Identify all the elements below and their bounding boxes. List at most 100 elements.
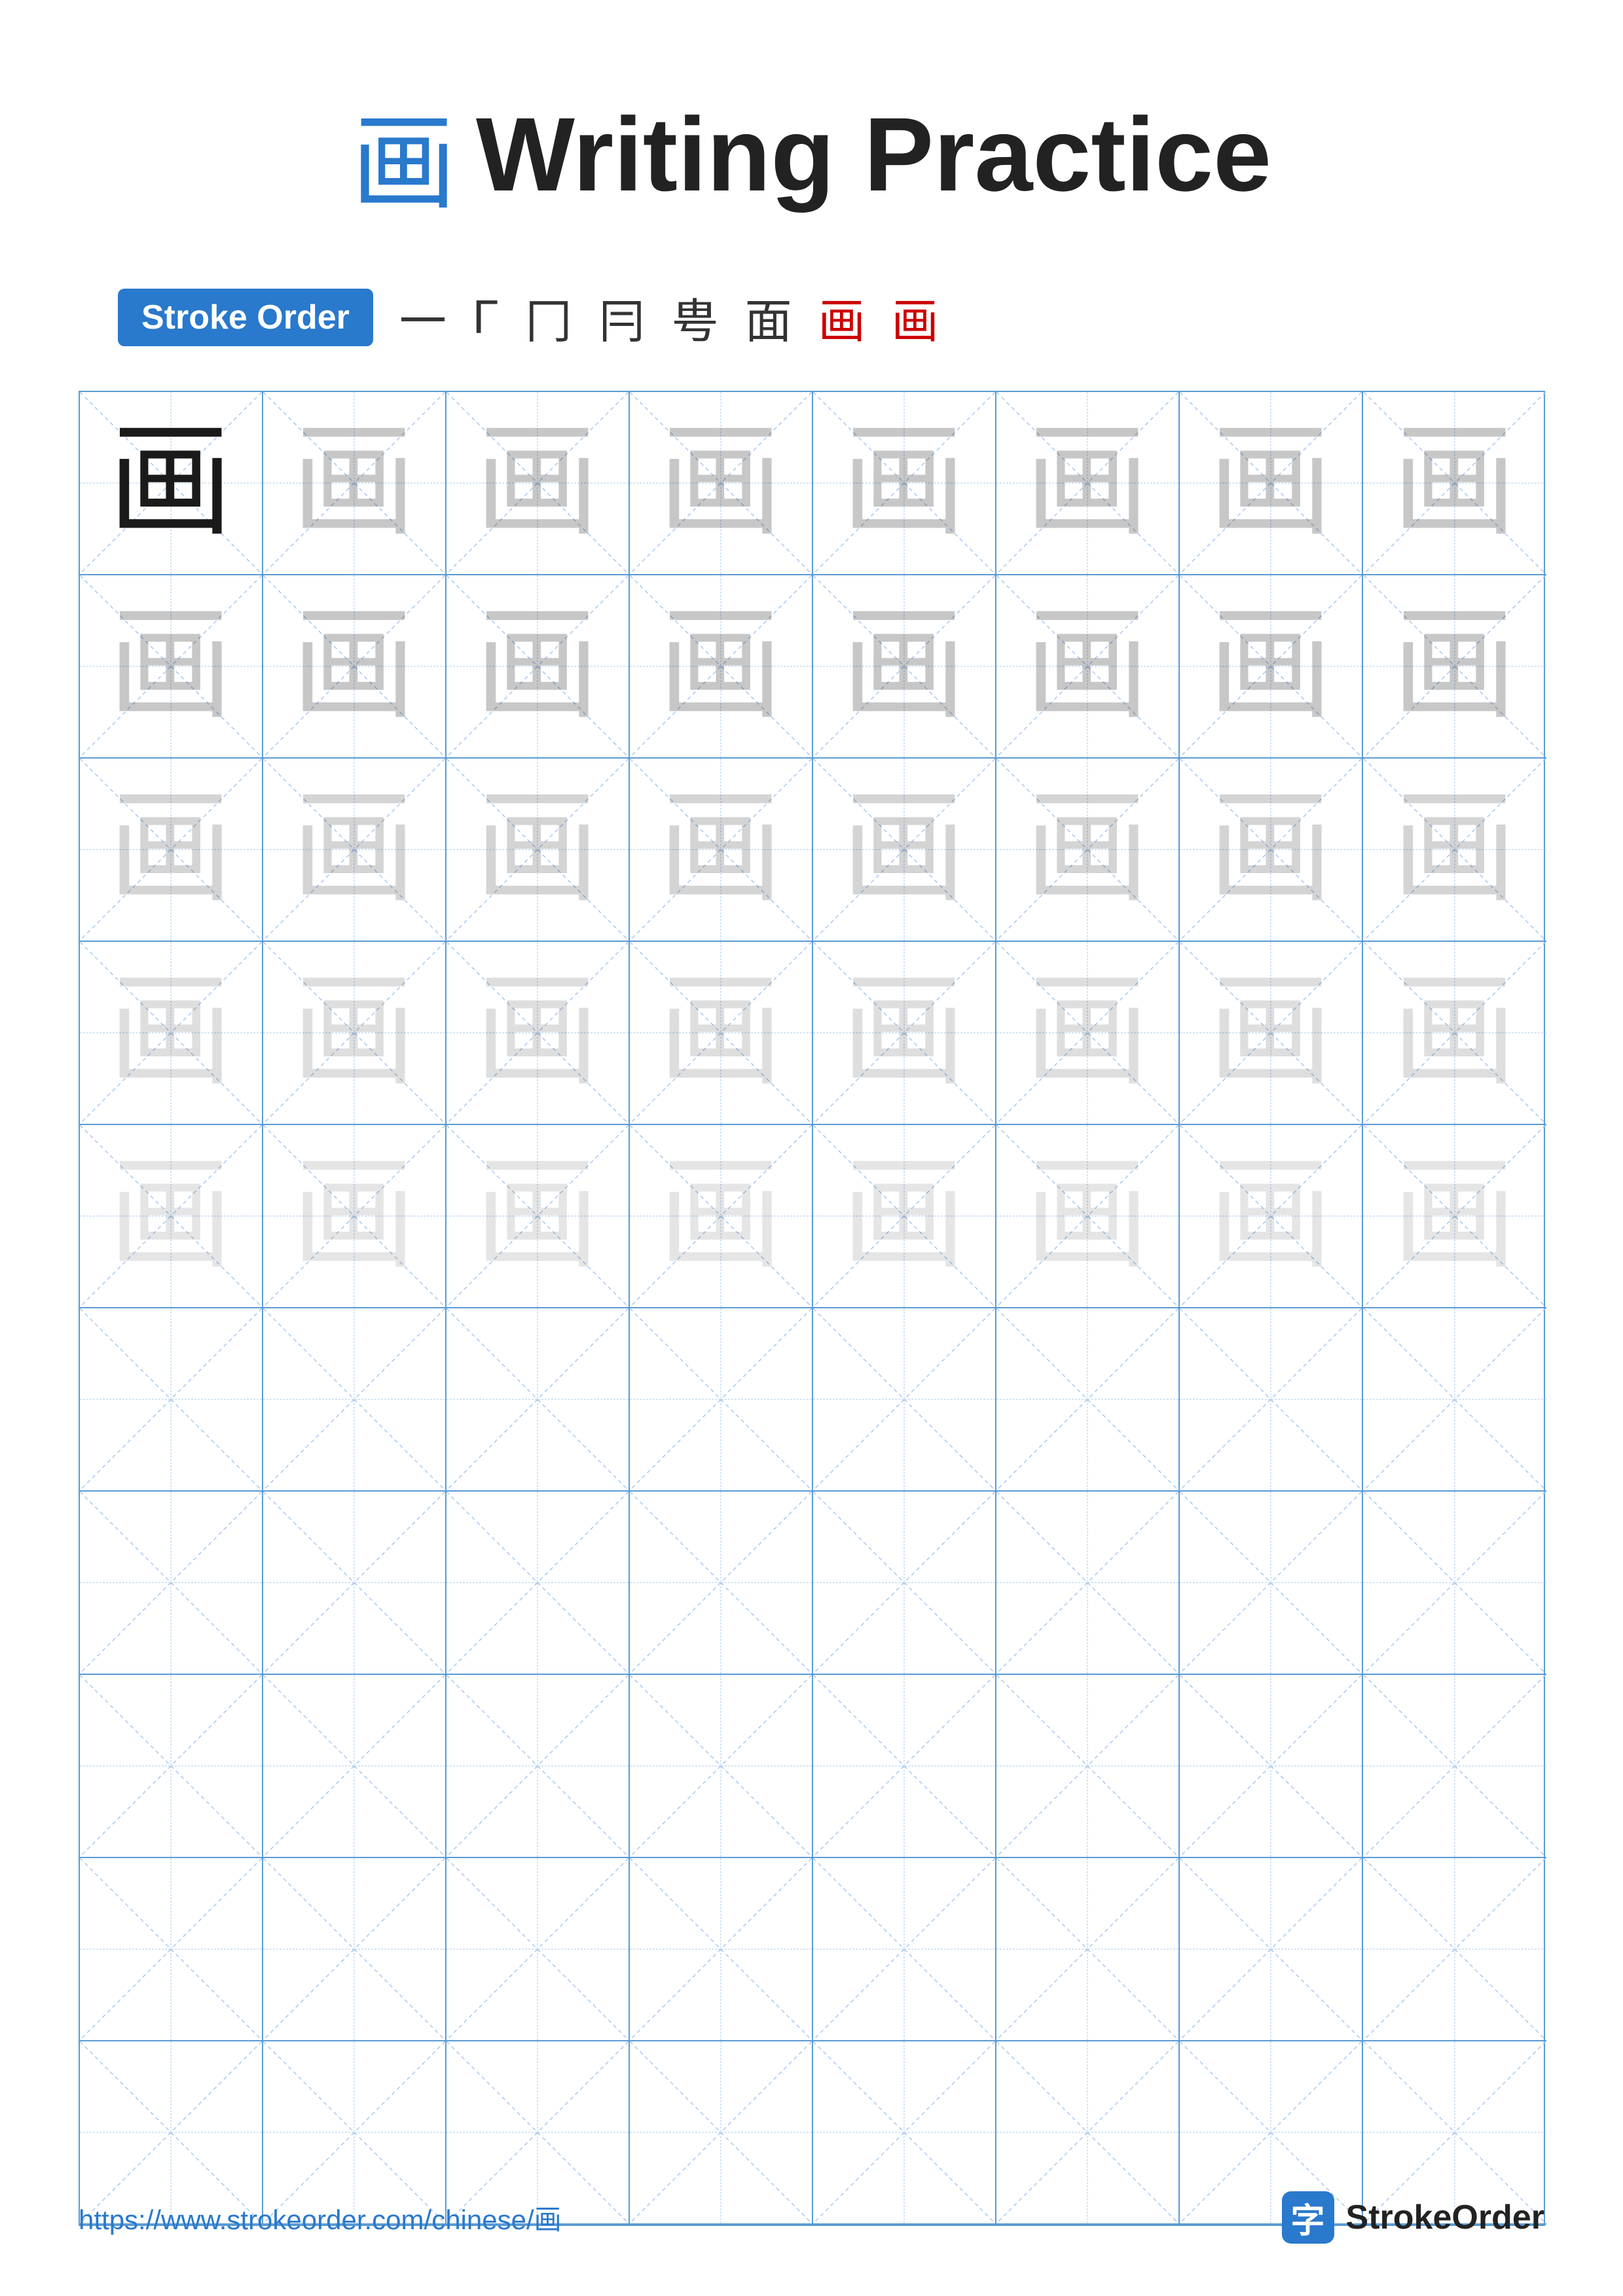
grid-cell[interactable]: 画 — [1363, 1125, 1546, 1308]
grid-cell[interactable] — [996, 1308, 1180, 1492]
grid-cell[interactable] — [1180, 1858, 1363, 2041]
grid-cell[interactable] — [1363, 1675, 1546, 1858]
grid-cell[interactable] — [447, 1858, 630, 2041]
grid-cell[interactable]: 画 — [447, 942, 630, 1125]
practice-char: 画 — [475, 604, 599, 728]
grid-cell[interactable] — [813, 1858, 996, 2041]
grid-cell[interactable]: 画 — [813, 392, 996, 575]
stroke-order-row: Stroke Order 一 Γ 冂 冃 甹 面 画 画 — [118, 283, 939, 351]
grid-cell[interactable] — [447, 1308, 630, 1492]
practice-char: 画 — [1025, 604, 1149, 728]
grid-cell[interactable]: 画 — [263, 392, 447, 575]
grid-cell[interactable]: 画 — [813, 1125, 996, 1308]
grid-cell[interactable]: 画 — [630, 575, 813, 759]
grid-cell[interactable] — [263, 1858, 447, 2041]
grid-cell[interactable]: 画 — [1363, 575, 1546, 759]
stroke-step-2: Γ — [473, 291, 499, 344]
grid-cell[interactable]: 画 — [447, 1125, 630, 1308]
grid-cell[interactable]: 画 — [80, 392, 263, 575]
grid-cell[interactable]: 画 — [630, 1125, 813, 1308]
title-char: 画 — [352, 79, 456, 230]
practice-char: 画 — [1208, 971, 1332, 1095]
grid-cell[interactable]: 画 — [80, 759, 263, 942]
practice-char: 画 — [658, 971, 782, 1095]
stroke-order-badge: Stroke Order — [118, 289, 373, 346]
grid-cell[interactable] — [80, 1858, 263, 2041]
practice-char: 画 — [1208, 787, 1332, 912]
grid-cell[interactable]: 画 — [1180, 942, 1363, 1125]
grid-cell[interactable]: 画 — [996, 575, 1180, 759]
practice-char: 画 — [658, 1154, 782, 1278]
grid-cell[interactable]: 画 — [263, 759, 447, 942]
grid-cell[interactable] — [813, 1492, 996, 1675]
grid-cell[interactable] — [447, 1492, 630, 1675]
grid-cell[interactable]: 画 — [1180, 575, 1363, 759]
practice-char: 画 — [475, 971, 599, 1095]
grid-cell[interactable]: 画 — [813, 942, 996, 1125]
grid-cell[interactable] — [630, 1858, 813, 2041]
grid-cell[interactable] — [813, 1675, 996, 1858]
grid-cell[interactable] — [996, 1675, 1180, 1858]
practice-char: 画 — [658, 421, 782, 545]
grid-cell[interactable]: 画 — [1180, 759, 1363, 942]
practice-char: 画 — [1392, 421, 1516, 545]
stroke-step-5: 甹 — [672, 283, 719, 351]
grid-cell[interactable] — [1363, 1858, 1546, 2041]
grid-cell[interactable] — [996, 1858, 1180, 2041]
grid-cell[interactable] — [80, 1308, 263, 1492]
grid-cell[interactable]: 画 — [1363, 392, 1546, 575]
stroke-step-3: 冂 — [525, 283, 572, 351]
grid-cell[interactable]: 画 — [813, 759, 996, 942]
grid-cell[interactable] — [996, 1492, 1180, 1675]
practice-char: 画 — [1208, 604, 1332, 728]
brand-icon: 字 — [1282, 2191, 1334, 2244]
practice-char: 画 — [291, 604, 416, 728]
footer-url: https://www.strokeorder.com/chinese/画 — [79, 2198, 562, 2238]
practice-char: 画 — [1025, 971, 1149, 1095]
grid-cell[interactable]: 画 — [1363, 942, 1546, 1125]
grid-cell[interactable]: 画 — [996, 759, 1180, 942]
practice-char: 画 — [108, 1154, 232, 1278]
grid-cell[interactable]: 画 — [263, 942, 447, 1125]
brand-name: StrokeOrder — [1346, 2198, 1544, 2237]
grid-cell[interactable]: 画 — [630, 392, 813, 575]
grid-cell[interactable] — [80, 1492, 263, 1675]
grid-cell[interactable] — [630, 1308, 813, 1492]
grid-cell[interactable]: 画 — [630, 759, 813, 942]
grid-cell[interactable]: 画 — [813, 575, 996, 759]
practice-char: 画 — [658, 787, 782, 912]
grid-cell[interactable]: 画 — [1363, 759, 1546, 942]
grid-cell[interactable]: 画 — [996, 942, 1180, 1125]
grid-cell[interactable] — [80, 1675, 263, 1858]
grid-cell[interactable] — [263, 1492, 447, 1675]
grid-cell[interactable]: 画 — [80, 1125, 263, 1308]
grid-cell[interactable] — [630, 1675, 813, 1858]
grid-cell[interactable]: 画 — [1180, 1125, 1363, 1308]
grid-cell[interactable] — [447, 1675, 630, 1858]
grid-cell[interactable] — [1180, 1675, 1363, 1858]
grid-cell[interactable]: 画 — [996, 392, 1180, 575]
practice-char: 画 — [1025, 787, 1149, 912]
grid-cell[interactable] — [263, 1308, 447, 1492]
grid-cell[interactable]: 画 — [447, 759, 630, 942]
grid-cell[interactable] — [1180, 1492, 1363, 1675]
grid-cell[interactable]: 画 — [630, 942, 813, 1125]
grid-cell[interactable] — [263, 1675, 447, 1858]
grid-cell[interactable]: 画 — [80, 942, 263, 1125]
grid-cell[interactable]: 画 — [263, 1125, 447, 1308]
grid-cell[interactable] — [1363, 1308, 1546, 1492]
grid-cell[interactable]: 画 — [996, 1125, 1180, 1308]
grid-cell[interactable]: 画 — [80, 575, 263, 759]
grid-cell[interactable] — [1363, 1492, 1546, 1675]
practice-char: 画 — [1025, 1154, 1149, 1278]
grid-cell[interactable]: 画 — [447, 392, 630, 575]
grid-cell[interactable]: 画 — [447, 575, 630, 759]
grid-cell[interactable]: 画 — [1180, 392, 1363, 575]
grid-cell[interactable] — [1180, 1308, 1363, 1492]
grid-cell[interactable]: 画 — [263, 575, 447, 759]
grid-cell[interactable] — [813, 1308, 996, 1492]
practice-char: 画 — [291, 787, 416, 912]
practice-char: 画 — [108, 421, 232, 545]
grid-cell[interactable] — [630, 1492, 813, 1675]
footer: https://www.strokeorder.com/chinese/画 字 … — [79, 2191, 1544, 2244]
